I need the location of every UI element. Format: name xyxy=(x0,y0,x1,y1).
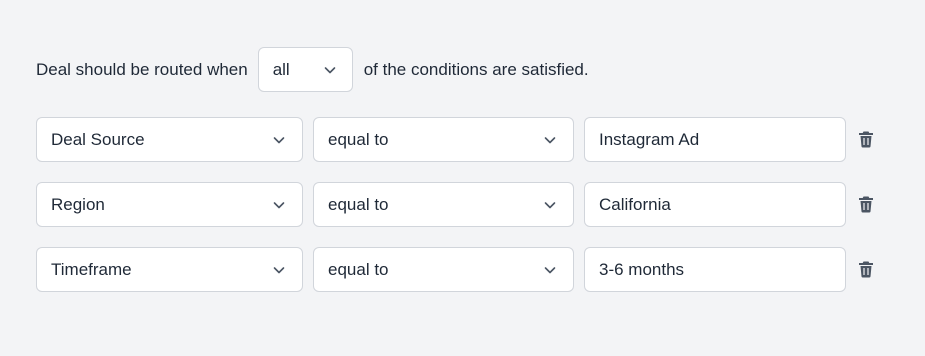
rule-prefix-text: Deal should be routed when xyxy=(36,59,248,79)
condition-value-input[interactable] xyxy=(584,117,846,162)
condition-operator-value: equal to xyxy=(328,259,389,279)
trash-icon[interactable] xyxy=(854,257,878,281)
condition-operator-select[interactable]: equal to xyxy=(313,117,574,162)
trash-icon[interactable] xyxy=(854,192,878,216)
match-mode-value: all xyxy=(272,59,290,79)
condition-row: Region equal to xyxy=(36,182,886,227)
condition-field-select[interactable]: Region xyxy=(36,182,303,227)
trash-icon[interactable] xyxy=(854,127,878,151)
chevron-down-icon xyxy=(323,63,337,77)
rule-sentence: Deal should be routed when all of the co… xyxy=(36,47,589,92)
condition-field-select[interactable]: Deal Source xyxy=(36,117,303,162)
condition-operator-select[interactable]: equal to xyxy=(313,182,574,227)
condition-operator-select[interactable]: equal to xyxy=(313,247,574,292)
condition-row: Deal Source equal to xyxy=(36,117,886,162)
chevron-down-icon xyxy=(543,133,557,147)
chevron-down-icon xyxy=(543,198,557,212)
condition-field-select[interactable]: Timeframe xyxy=(36,247,303,292)
condition-field-value: Timeframe xyxy=(51,259,132,279)
chevron-down-icon xyxy=(272,198,286,212)
condition-value-input[interactable] xyxy=(584,182,846,227)
chevron-down-icon xyxy=(272,263,286,277)
condition-value-input[interactable] xyxy=(584,247,846,292)
chevron-down-icon xyxy=(272,133,286,147)
condition-row: Timeframe equal to xyxy=(36,247,886,292)
routing-rule-editor: Deal should be routed when all of the co… xyxy=(0,0,925,356)
condition-operator-value: equal to xyxy=(328,194,389,214)
chevron-down-icon xyxy=(543,263,557,277)
condition-field-value: Deal Source xyxy=(51,129,145,149)
match-mode-select[interactable]: all xyxy=(257,47,353,92)
rule-suffix-text: of the conditions are satisfied. xyxy=(363,59,589,79)
condition-operator-value: equal to xyxy=(328,129,389,149)
condition-field-value: Region xyxy=(51,194,105,214)
